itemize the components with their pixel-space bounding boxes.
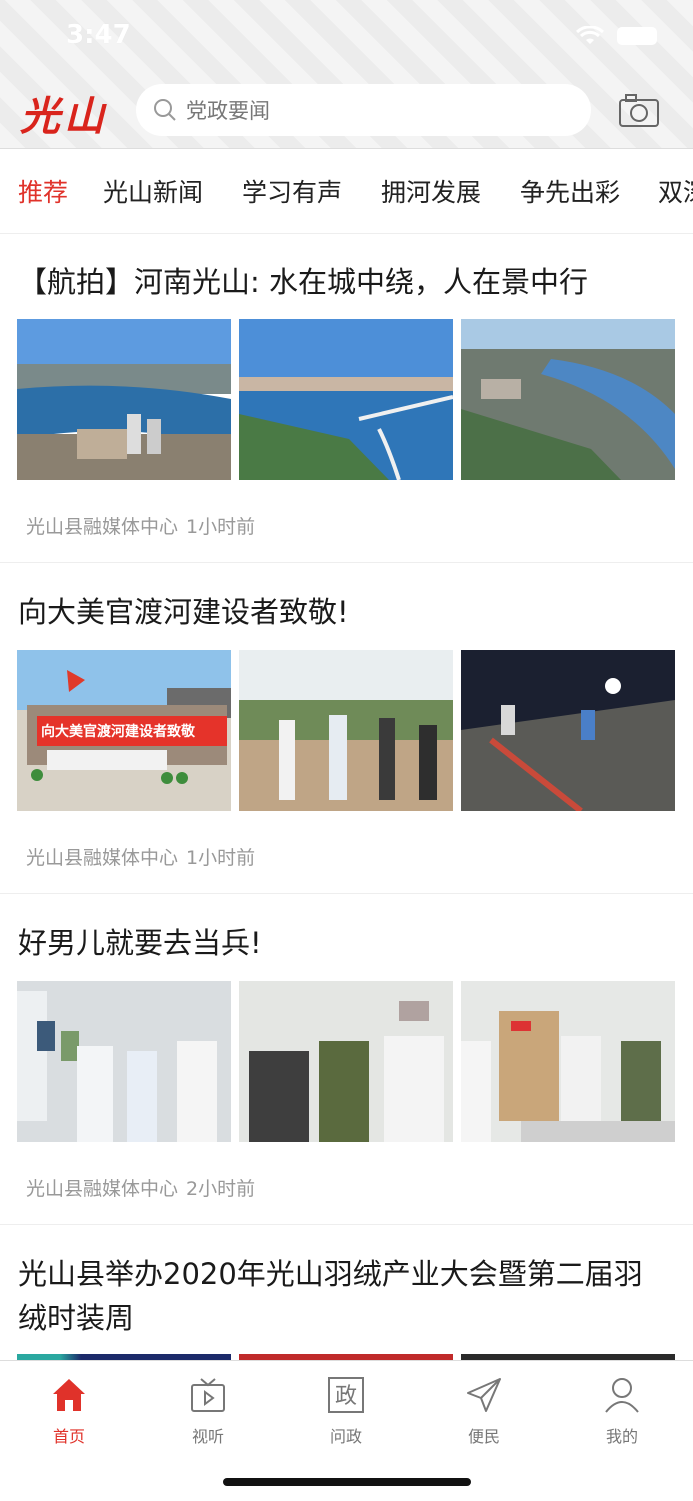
article-title: 好男儿就要去当兵! bbox=[18, 926, 262, 960]
tab-study-audio[interactable]: 学习有声 bbox=[242, 173, 342, 209]
status-icons bbox=[575, 26, 657, 46]
svg-text:政: 政 bbox=[335, 1384, 357, 1409]
search-placeholder: 党政要闻 bbox=[186, 99, 270, 123]
tab-guangshan-news[interactable]: 光山新闻 bbox=[103, 173, 203, 209]
tab-strive-excel[interactable]: 争先出彩 bbox=[520, 173, 620, 209]
article-source: 光山县融媒体中心 bbox=[26, 1178, 179, 1200]
article-thumbnails bbox=[17, 319, 675, 480]
tab-partial[interactable]: 双深 bbox=[658, 173, 693, 209]
article-thumbnails: 向大美官渡河建设者致敬 bbox=[17, 650, 675, 811]
article-time: 2小时前 bbox=[186, 1178, 256, 1200]
officials-photo bbox=[239, 650, 453, 811]
search-bar[interactable]: 党政要闻 bbox=[136, 84, 591, 136]
recruit-inspection-photo bbox=[239, 981, 453, 1142]
night-construction-photo bbox=[461, 650, 675, 811]
channel-tabs: 推荐 光山新闻 学习有声 拥河发展 争先出彩 双深 bbox=[0, 148, 693, 234]
article-meta: 光山县融媒体中心 1小时前 bbox=[26, 843, 255, 870]
tv-icon bbox=[191, 1378, 225, 1412]
tab-recommend[interactable]: 推荐 bbox=[18, 173, 68, 209]
article-title: 【航拍】河南光山: 水在城中绕，人在景中行 bbox=[18, 265, 588, 299]
tab-services[interactable]: 便民 bbox=[434, 1373, 534, 1447]
aerial-river-photo bbox=[461, 319, 675, 480]
article-meta: 光山县融媒体中心 2小时前 bbox=[26, 1174, 255, 1201]
office-inspection-photo bbox=[461, 981, 675, 1142]
article-card[interactable]: 光山县举办2020年光山羽绒产业大会暨第二届羽绒时装周 bbox=[0, 1226, 693, 1360]
tab-inquiry[interactable]: 政 问政 bbox=[296, 1373, 396, 1447]
camera-icon[interactable] bbox=[618, 92, 660, 128]
article-thumbnails bbox=[17, 981, 675, 1142]
government-icon: 政 bbox=[328, 1377, 364, 1413]
app-logo: 光山 bbox=[20, 93, 108, 140]
status-time: 3:47 bbox=[66, 20, 131, 50]
home-icon bbox=[53, 1379, 85, 1411]
tab-media[interactable]: 视听 bbox=[158, 1373, 258, 1447]
article-card[interactable]: 向大美官渡河建设者致敬! 向大美官渡河建设者致敬 光山县融媒体中心 1小时前 bbox=[0, 564, 693, 894]
banner-text: 向大美官渡河建设者致敬 bbox=[41, 724, 195, 740]
article-title: 向大美官渡河建设者致敬! bbox=[18, 595, 349, 629]
tab-home[interactable]: 首页 bbox=[19, 1373, 119, 1447]
article-card[interactable]: 好男儿就要去当兵! 光山县融媒体中心 2小时前 bbox=[0, 895, 693, 1225]
user-icon bbox=[605, 1378, 639, 1413]
tab-river-development[interactable]: 拥河发展 bbox=[381, 173, 481, 209]
tab-profile[interactable]: 我的 bbox=[572, 1373, 672, 1447]
battery-icon bbox=[617, 27, 657, 45]
article-meta: 光山县融媒体中心 1小时前 bbox=[26, 512, 255, 539]
article-source: 光山县融媒体中心 bbox=[26, 516, 179, 538]
search-icon bbox=[154, 99, 176, 121]
article-source: 光山县融媒体中心 bbox=[26, 847, 179, 869]
banner-group-photo: 向大美官渡河建设者致敬 bbox=[17, 650, 231, 811]
aerial-bridge-photo bbox=[239, 319, 453, 480]
article-time: 1小时前 bbox=[186, 516, 256, 538]
news-feed: 【航拍】河南光山: 水在城中绕，人在景中行 光山县融媒体中心 1小时前 向大美官… bbox=[0, 236, 693, 1360]
wifi-icon bbox=[575, 26, 605, 44]
aerial-city-photo bbox=[17, 319, 231, 480]
exhibition-visit-photo bbox=[17, 981, 231, 1142]
send-icon bbox=[467, 1378, 501, 1412]
article-card[interactable]: 【航拍】河南光山: 水在城中绕，人在景中行 光山县融媒体中心 1小时前 bbox=[0, 236, 693, 563]
article-time: 1小时前 bbox=[186, 847, 256, 869]
header: 3:47 光山 党政要闻 bbox=[0, 0, 693, 148]
home-indicator[interactable] bbox=[223, 1478, 471, 1486]
article-title: 光山县举办2020年光山羽绒产业大会暨第二届羽绒时装周 bbox=[18, 1257, 643, 1335]
